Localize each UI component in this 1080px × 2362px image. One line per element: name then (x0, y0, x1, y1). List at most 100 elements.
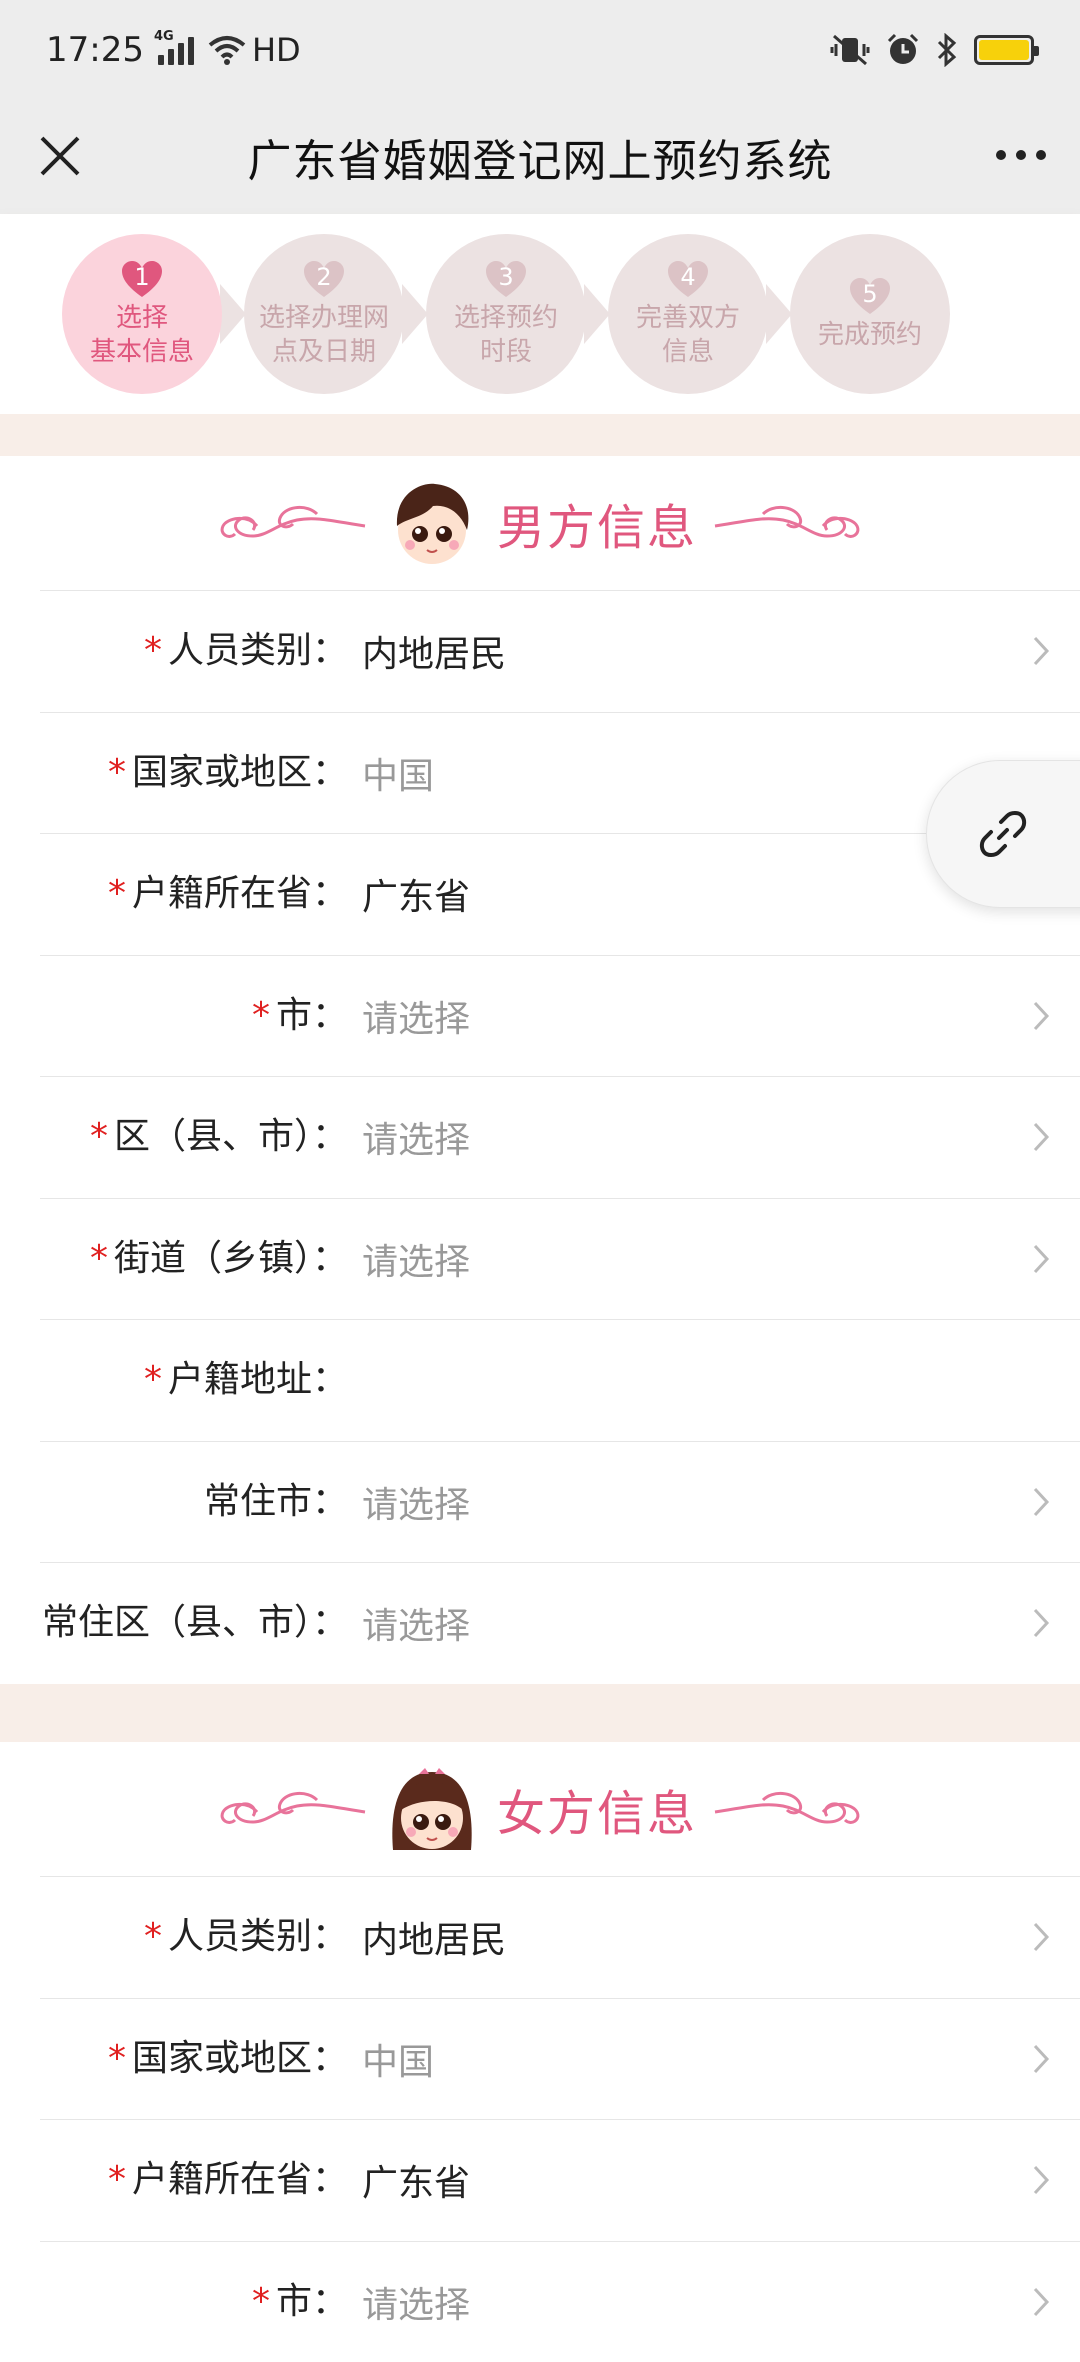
female-form: *人员类别：内地居民*国家或地区：中国*户籍所在省：广东省*市：请选择 (0, 1876, 1080, 2362)
field-value[interactable]: 内地居民 (362, 1911, 506, 1963)
field-label: *人员类别： (40, 1912, 352, 1962)
step-2: 2选择办理网点及日期 (244, 234, 404, 394)
close-icon[interactable] (30, 126, 90, 186)
required-marker: * (108, 873, 126, 914)
required-marker: * (144, 1359, 162, 1400)
field-value[interactable]: 请选择 (362, 1233, 470, 1285)
male-form-row[interactable]: *户籍所在省：广东省 (40, 833, 1080, 955)
nav-bar: 广东省婚姻登记网上预约系统 (0, 100, 1080, 214)
progress-steps: 1选择基本信息2选择办理网点及日期3选择预约时段4完善双方信息5完成预约 (0, 214, 1080, 414)
field-label: *区（县、市）： (40, 1112, 352, 1162)
status-bar: 17:25 4G HD (0, 0, 1080, 100)
required-marker: * (90, 1238, 108, 1279)
field-label: *街道（乡镇）： (40, 1234, 352, 1284)
vibrate-mute-icon (830, 34, 870, 66)
field-value[interactable]: 请选择 (362, 1111, 470, 1163)
hd-indicator: HD (252, 31, 301, 69)
step-arrow-icon (220, 284, 246, 344)
male-form-row[interactable]: *街道（乡镇）：请选择 (40, 1198, 1080, 1320)
ornament-left-icon (217, 1782, 367, 1836)
step-label-line1: 选择 (116, 301, 168, 335)
field-value[interactable]: 广东省 (362, 2154, 470, 2206)
step-label-line2: 时段 (480, 335, 532, 369)
field-label: *国家或地区： (40, 748, 352, 798)
step-label-line2: 基本信息 (90, 335, 194, 369)
chevron-right-icon (1032, 1607, 1050, 1639)
floating-link-button[interactable] (926, 760, 1080, 908)
required-marker: * (90, 1116, 108, 1157)
step-5: 5完成预约 (790, 234, 950, 394)
required-marker: * (252, 995, 270, 1036)
chevron-right-icon (1032, 1486, 1050, 1518)
required-marker: * (108, 752, 126, 793)
heart-icon: 4 (666, 259, 710, 299)
field-label: *人员类别： (40, 626, 352, 676)
ornament-right-icon (713, 1782, 863, 1836)
page-title: 广东省婚姻登记网上预约系统 (248, 125, 833, 189)
chevron-right-icon (1032, 635, 1050, 667)
ornament-left-icon (217, 496, 367, 550)
heart-icon: 1 (120, 259, 164, 299)
female-form-row[interactable]: *人员类别：内地居民 (40, 1876, 1080, 1998)
step-label-line1: 选择办理网 (259, 301, 389, 335)
field-value[interactable]: 请选择 (362, 1476, 470, 1528)
step-3: 3选择预约时段 (426, 234, 586, 394)
required-marker: * (252, 2281, 270, 2322)
step-arrow-icon (584, 284, 610, 344)
step-arrow-icon (402, 284, 428, 344)
field-label: *户籍所在省： (40, 869, 352, 919)
field-label: *市： (40, 2277, 352, 2327)
required-marker: * (144, 1916, 162, 1957)
male-form-row[interactable]: *区（县、市）：请选择 (40, 1076, 1080, 1198)
step-label-line1: 完善双方 (636, 301, 740, 335)
female-info-card: 女方信息 *人员类别：内地居民*国家或地区：中国*户籍所在省：广东省*市：请选择 (0, 1742, 1080, 2340)
field-label: 常住市： (40, 1477, 352, 1527)
link-icon (977, 808, 1029, 860)
male-form-row[interactable]: *户籍地址： (40, 1319, 1080, 1441)
field-label: *户籍地址： (40, 1355, 352, 1405)
female-form-row[interactable]: *国家或地区：中国 (40, 1998, 1080, 2120)
required-marker: * (108, 2038, 126, 2079)
battery-icon (974, 35, 1034, 65)
female-section-header: 女方信息 (0, 1742, 1080, 1876)
field-value[interactable]: 请选择 (362, 990, 470, 1042)
wifi-icon (208, 35, 246, 65)
male-form-row[interactable]: *市：请选择 (40, 955, 1080, 1077)
bluetooth-icon (936, 33, 958, 67)
heart-icon: 3 (484, 259, 528, 299)
field-value[interactable]: 中国 (362, 2033, 434, 2085)
chevron-right-icon (1032, 2286, 1050, 2318)
chevron-right-icon (1032, 1121, 1050, 1153)
alarm-icon (886, 33, 920, 67)
female-section-title: 女方信息 (497, 1774, 697, 1844)
male-form-row[interactable]: 常住市：请选择 (40, 1441, 1080, 1563)
male-form-row[interactable]: 常住区（县、市）：请选择 (40, 1562, 1080, 1684)
male-section-header: 男方信息 (0, 456, 1080, 590)
step-4: 4完善双方信息 (608, 234, 768, 394)
chevron-right-icon (1032, 1921, 1050, 1953)
chevron-right-icon (1032, 1000, 1050, 1032)
step-label-line2: 信息 (662, 335, 714, 369)
boy-avatar-icon (383, 474, 481, 572)
field-value[interactable]: 广东省 (362, 868, 470, 920)
field-label: *户籍所在省： (40, 2155, 352, 2205)
female-form-row[interactable]: *市：请选择 (40, 2241, 1080, 2362)
status-time: 17:25 (46, 30, 144, 70)
male-form-row[interactable]: *国家或地区：中国 (40, 712, 1080, 834)
chevron-right-icon (1032, 2043, 1050, 2075)
cellular-signal-icon: 4G (158, 35, 194, 65)
field-value[interactable]: 中国 (362, 747, 434, 799)
field-label: 常住区（县、市）： (40, 1598, 352, 1648)
field-value[interactable]: 内地居民 (362, 625, 506, 677)
required-marker: * (144, 630, 162, 671)
female-form-row[interactable]: *户籍所在省：广东省 (40, 2119, 1080, 2241)
heart-icon: 5 (848, 276, 892, 316)
field-value[interactable]: 请选择 (362, 1597, 470, 1649)
step-label-line2: 点及日期 (272, 335, 376, 369)
more-menu-icon[interactable] (996, 140, 1046, 170)
heart-icon: 2 (302, 259, 346, 299)
male-form-row[interactable]: *人员类别：内地居民 (40, 590, 1080, 712)
girl-avatar-icon (383, 1760, 481, 1858)
section-divider (0, 1684, 1080, 1742)
field-value[interactable]: 请选择 (362, 2276, 470, 2328)
